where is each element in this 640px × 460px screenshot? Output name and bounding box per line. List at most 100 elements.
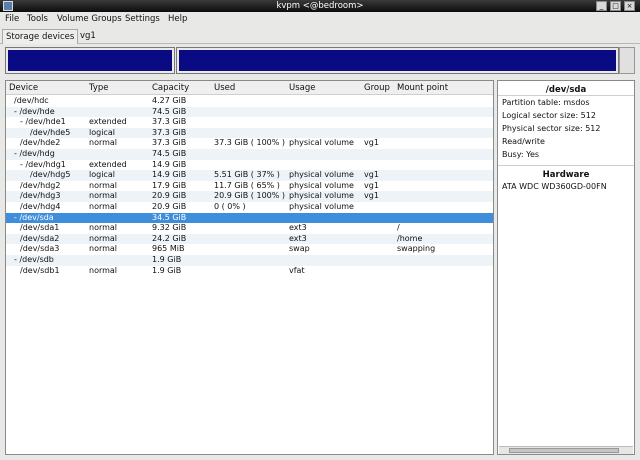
tab-vg1[interactable]: vg1 — [77, 29, 99, 44]
cell-device: /dev/sda2 — [20, 234, 59, 245]
details-panel: /dev/sda Partition table: msdos Logical … — [497, 80, 635, 455]
cell-device: - /dev/sda — [14, 213, 54, 224]
tab-storage-devices[interactable]: Storage devices — [2, 29, 79, 44]
cell-type: normal — [89, 233, 118, 243]
tree-row[interactable]: /dev/hdg4 normal 20.9 GiB 0 ( 0% ) physical … — [6, 202, 493, 213]
cell-mount-point: / — [397, 223, 400, 233]
busy-info: Busy: Yes — [502, 150, 540, 159]
tree-row[interactable]: - /dev/sda 34.5 GiB — [6, 212, 493, 224]
hardware-model: ATA WDC WD360GD-00FN — [502, 182, 607, 191]
cell-capacity: 20.9 GiB — [152, 202, 187, 211]
minimize-icon[interactable]: _ — [596, 1, 607, 11]
tree-row[interactable]: /dev/hdc 4.27 GiB — [6, 96, 493, 107]
cell-type: normal — [89, 138, 118, 148]
device-name: /dev/hdg4 — [20, 202, 61, 211]
menu-volume-groups[interactable]: Volume Groups — [57, 14, 122, 24]
tree-row[interactable]: /dev/hde2 normal 37.3 GiB 37.3 GiB ( 100% )… — [6, 138, 493, 149]
details-scrollbar[interactable] — [499, 446, 633, 454]
column-group[interactable]: Group — [364, 83, 390, 93]
cell-type: normal — [89, 265, 118, 275]
cell-device: - /dev/hde1 — [20, 117, 66, 128]
cell-device: /dev/hdg2 — [20, 181, 60, 192]
hardware-header: Hardware — [542, 170, 590, 180]
window-title: kvpm <@bedroom> — [276, 1, 364, 11]
cell-type: normal — [89, 202, 118, 211]
menu-settings[interactable]: Settings — [125, 14, 160, 24]
cell-type: extended — [89, 117, 127, 127]
device-name: /dev/hde1 — [25, 117, 66, 127]
column-used[interactable]: Used — [214, 83, 235, 93]
cell-capacity: 9.32 GiB — [152, 223, 187, 233]
device-name: /dev/hdg3 — [20, 191, 61, 201]
cell-device: /dev/hdg4 — [20, 202, 60, 213]
device-tree[interactable]: Device Type Capacity Used Usage Group Mo… — [5, 80, 494, 455]
device-name: /dev/hde — [19, 106, 55, 116]
cell-capacity: 4.27 GiB — [152, 96, 187, 105]
column-capacity[interactable]: Capacity — [152, 83, 189, 93]
cell-device: - /dev/sdb — [14, 255, 54, 266]
cell-type: normal — [89, 191, 118, 201]
tree-row[interactable]: /dev/sda2 normal 24.2 GiB ext3/home — [6, 233, 493, 245]
column-device[interactable]: Device — [9, 83, 38, 93]
cell-type: logical — [89, 127, 115, 137]
cell-capacity: 17.9 GiB — [152, 180, 187, 190]
cell-capacity: 14.9 GiB — [152, 170, 187, 180]
menu-tools[interactable]: Tools — [27, 14, 48, 24]
column-usage[interactable]: Usage — [289, 83, 315, 93]
cell-usage: swap — [289, 244, 310, 254]
cell-type: normal — [89, 244, 118, 254]
cell-type: extended — [89, 159, 127, 169]
cell-capacity: 74.5 GiB — [152, 106, 187, 116]
cell-used: 37.3 GiB ( 100% ) — [214, 138, 286, 148]
tree-row[interactable]: - /dev/sdb 1.9 GiB — [6, 255, 493, 266]
cell-device: - /dev/hdg1 — [20, 160, 66, 171]
cell-device: /dev/hdc — [14, 96, 49, 107]
tree-row[interactable]: /dev/sdb1 normal 1.9 GiB vfat — [6, 266, 493, 277]
partition-map-segment[interactable] — [5, 47, 175, 74]
cell-device: /dev/hdg3 — [20, 191, 60, 202]
title-bar: kvpm <@bedroom> _ □ × — [0, 0, 640, 12]
menu-help[interactable]: Help — [168, 14, 187, 24]
tree-row[interactable]: /dev/hdg3 normal 20.9 GiB 20.9 GiB ( 100% )… — [6, 191, 493, 202]
cell-usage: physical volume — [289, 170, 354, 180]
physical-sector-info: Physical sector size: 512 — [502, 124, 601, 133]
tree-row[interactable]: /dev/sda3 normal 965 MiB swap swapping — [6, 244, 493, 255]
close-icon[interactable]: × — [624, 1, 635, 11]
tree-row[interactable]: - /dev/hde1 extended 37.3 GiB — [6, 117, 493, 128]
cell-group: vg1 — [364, 170, 379, 180]
device-name: /dev/hdg2 — [20, 180, 61, 190]
cell-usage: physical volume — [289, 180, 354, 190]
device-name: /dev/hdg1 — [25, 159, 66, 169]
menu-file[interactable]: File — [5, 14, 19, 24]
tree-row[interactable]: /dev/hdg2 normal 17.9 GiB 11.7 GiB ( 65% ) p… — [6, 181, 493, 192]
device-name: /dev/hde5 — [30, 127, 71, 137]
cell-capacity: 965 MiB — [152, 244, 185, 254]
cell-device: /dev/hde2 — [20, 138, 60, 149]
cell-device: /dev/hdg5 — [30, 170, 70, 181]
tree-row[interactable]: - /dev/hde 74.5 GiB — [6, 106, 493, 118]
map-scrollbar[interactable] — [619, 47, 635, 74]
cell-capacity: 20.9 GiB — [152, 191, 187, 201]
cell-capacity: 24.2 GiB — [152, 233, 187, 243]
maximize-icon[interactable]: □ — [610, 1, 621, 11]
cell-capacity: 74.5 GiB — [152, 149, 187, 158]
access-info: Read/write — [502, 137, 545, 146]
cell-capacity: 37.3 GiB — [152, 138, 187, 148]
cell-capacity: 1.9 GiB — [152, 255, 182, 264]
scrollbar-thumb[interactable] — [509, 448, 619, 453]
tree-row[interactable]: /dev/hdg5 logical 14.9 GiB 5.51 GiB ( 37% )… — [6, 170, 493, 181]
cell-used: 0 ( 0% ) — [214, 202, 246, 211]
partition-map-segment[interactable] — [176, 47, 619, 74]
cell-type: normal — [89, 223, 118, 233]
cell-usage: ext3 — [289, 223, 307, 233]
tree-row[interactable]: /dev/hde5 logical 37.3 GiB — [6, 127, 493, 139]
tree-row[interactable]: - /dev/hdg1 extended 14.9 GiB — [6, 160, 493, 171]
cell-used: 20.9 GiB ( 100% ) — [214, 191, 286, 201]
details-device-name: /dev/sda — [545, 85, 587, 95]
column-mount-point[interactable]: Mount point — [397, 83, 448, 93]
tree-row[interactable]: - /dev/hdg 74.5 GiB — [6, 149, 493, 160]
cell-device: /dev/sdb1 — [20, 266, 60, 277]
tree-row[interactable]: /dev/sda1 normal 9.32 GiB ext3 / — [6, 223, 493, 234]
tab-bar: Storage devices vg1 — [0, 27, 640, 44]
column-type[interactable]: Type — [89, 83, 109, 93]
